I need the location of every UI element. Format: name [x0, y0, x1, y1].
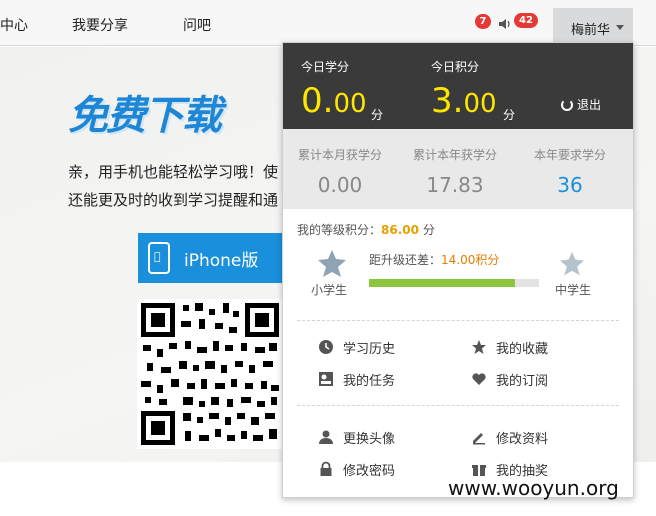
- promo-text-line-1: 亲，用手机也能轻松学习哦！使: [68, 163, 279, 181]
- phone-icon: : [148, 242, 170, 274]
- month-credit-label: 累计本月获学分: [297, 148, 382, 162]
- chevron-down-icon: [616, 25, 624, 30]
- divider: [297, 405, 619, 406]
- user-menu-button[interactable]: 梅前华: [553, 8, 633, 46]
- today-points-unit: 分: [503, 108, 516, 122]
- level-points: 我的等级积分：86.00 分: [297, 221, 435, 238]
- next-level-name: 中学生: [555, 283, 592, 297]
- current-level-name: 小学生: [311, 283, 348, 297]
- username: 梅前华: [571, 23, 611, 38]
- today-study-value: 0.00: [301, 81, 367, 121]
- today-points-label: 今日积分: [431, 60, 480, 74]
- iphone-download-label: iPhone版: [184, 251, 259, 271]
- level-progress-bar: [369, 279, 539, 287]
- promo-title: 免费下载: [68, 93, 222, 139]
- today-study-label: 今日学分: [301, 60, 350, 74]
- gift-icon: [471, 461, 487, 477]
- level-progress-fill: [369, 279, 516, 287]
- logout-label: 退出: [577, 98, 602, 112]
- task-icon: [318, 371, 334, 387]
- nav-item-share[interactable]: 我要分享: [72, 15, 128, 35]
- month-credit-value: 0.00: [317, 173, 363, 197]
- today-study-unit: 分: [371, 108, 384, 122]
- year-required-label: 本年要求学分: [533, 148, 606, 162]
- year-credit-label: 累计本年获学分: [412, 148, 497, 162]
- credit-stats: 累计本月获学分 0.00 累计本年获学分 17.83 本年要求学分 36: [283, 129, 633, 209]
- lock-icon: [318, 461, 334, 477]
- logout-button[interactable]: 退出: [561, 96, 601, 113]
- today-summary: 今日学分 今日积分 0.00 分 3.00 分 退出: [283, 43, 633, 129]
- pencil-icon: [471, 429, 487, 445]
- nav-item-center[interactable]: 中心: [0, 15, 28, 35]
- level-points-label: 我的等级积分：: [297, 223, 382, 237]
- divider: [297, 320, 619, 321]
- iphone-download-button[interactable]:  iPhone版: [138, 233, 288, 283]
- today-points-value: 3.00: [431, 81, 497, 121]
- year-required-value: 36: [557, 173, 583, 197]
- level-points-value: 86.00: [381, 223, 419, 237]
- upgrade-info: 距升级还差：14.00积分: [369, 253, 500, 267]
- next-level-star-icon: 2: [559, 251, 602, 277]
- star-icon: [471, 339, 487, 355]
- nav-item-ask[interactable]: 问吧: [183, 15, 211, 35]
- qr-code: [137, 299, 283, 449]
- user-icon: [318, 429, 334, 445]
- year-credit-value: 17.83: [426, 173, 484, 197]
- user-dropdown-panel: 今日学分 今日积分 0.00 分 3.00 分 退出 累计本月获学分 0.00 …: [282, 42, 634, 498]
- power-icon: [561, 99, 573, 111]
- top-nav: 中心 我要分享 问吧 7 42 梅前华: [0, 0, 656, 46]
- watermark: www.wooyun.org: [448, 476, 619, 500]
- message-badge: 7: [475, 14, 491, 29]
- message-icon[interactable]: 7: [475, 14, 491, 30]
- speaker-icon[interactable]: [498, 16, 512, 30]
- promo-text-line-2: 还能更及时的收到学习提醒和通: [68, 191, 279, 209]
- notice-badge: 42: [514, 13, 538, 28]
- heart-icon: [471, 371, 487, 387]
- level-star-icon: 1: [317, 249, 366, 279]
- level-points-unit: 分: [422, 223, 435, 237]
- clock-icon: [318, 339, 334, 355]
